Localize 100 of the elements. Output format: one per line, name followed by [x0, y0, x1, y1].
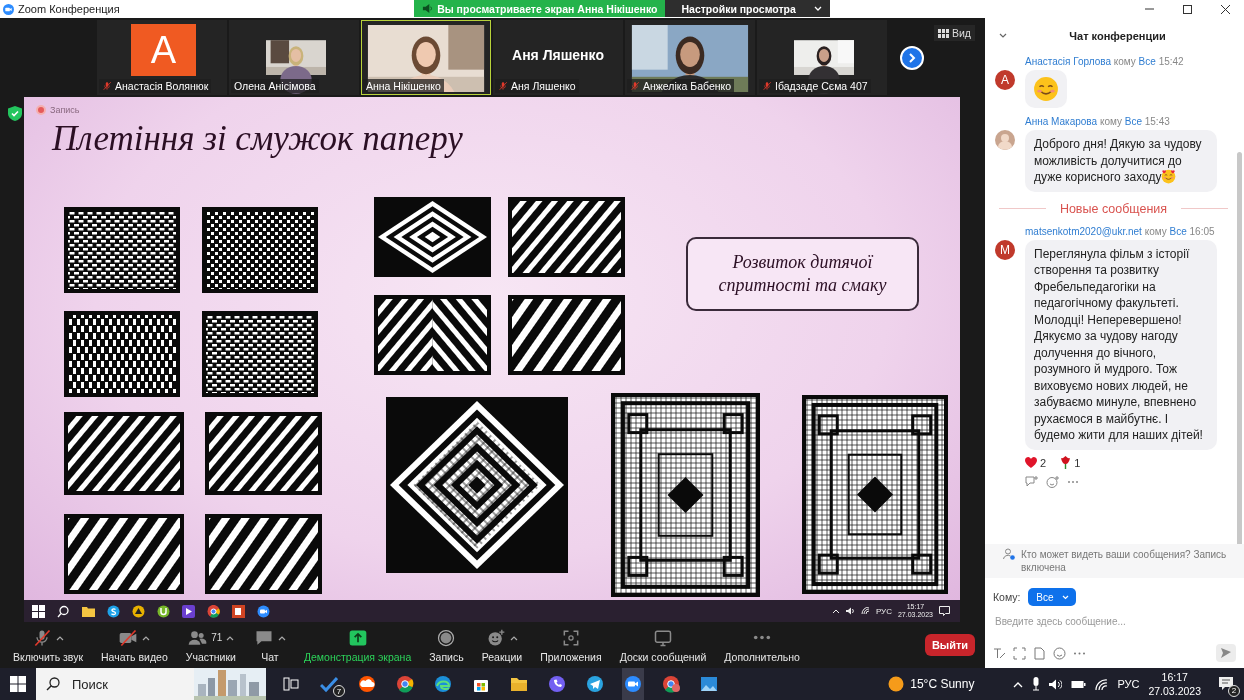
- caret-icon[interactable]: [56, 634, 64, 641]
- clock-date: 27.03.2023: [1148, 684, 1201, 698]
- send-button[interactable]: [1216, 644, 1236, 662]
- smiley-icon: [1033, 76, 1059, 102]
- folder-icon[interactable]: [82, 604, 95, 618]
- s-logo-icon[interactable]: [107, 604, 120, 618]
- search-field[interactable]: Поиск: [70, 668, 194, 700]
- task-view-icon[interactable]: [282, 675, 300, 693]
- toolbar-button[interactable]: Демонстрация экрана: [294, 627, 421, 663]
- language-indicator[interactable]: РУС: [875, 606, 892, 616]
- notification-icon[interactable]: [1218, 675, 1234, 691]
- shield-icon: [8, 106, 22, 121]
- phone-bubble-icon[interactable]: [548, 675, 566, 693]
- next-page-button[interactable]: [900, 46, 924, 70]
- search-icon[interactable]: [46, 677, 60, 691]
- count-badge: 7: [333, 685, 345, 697]
- grid-icon: [938, 28, 949, 38]
- participant-name: Анастасія Волянюк: [115, 80, 209, 92]
- toolbar-button[interactable]: Дополнительно: [715, 627, 809, 663]
- sun-icon[interactable]: [888, 676, 905, 692]
- speaker-icon[interactable]: [845, 607, 855, 615]
- speaker-icon[interactable]: [1049, 678, 1063, 690]
- toolbar-button[interactable]: Приложения: [531, 627, 611, 663]
- avatar: M: [995, 239, 1015, 260]
- leave-button[interactable]: Выйти: [925, 634, 975, 656]
- chevron-up-icon[interactable]: [831, 608, 840, 614]
- toolbar-button[interactable]: Реакции: [472, 627, 532, 663]
- caret-icon: [1061, 594, 1069, 600]
- view-options-button[interactable]: Настройки просмотра: [665, 0, 830, 17]
- browser-icon[interactable]: [207, 604, 220, 618]
- window-title: Zoom Конференция: [18, 3, 120, 15]
- banner-text: Вы просматриваете экран Анна Нікішенко: [437, 2, 658, 15]
- slide-text-box: Розвиток дитячої спритності та смаку: [686, 237, 919, 311]
- battery-icon[interactable]: [1071, 679, 1087, 689]
- slide-title: Плетіння зі смужок паперу: [52, 119, 463, 159]
- participant-name: Аня Ляшенко: [511, 80, 576, 92]
- caret-icon: [813, 5, 822, 12]
- video-app-icon[interactable]: [257, 604, 270, 618]
- weather-text[interactable]: 15°C Sunny: [910, 677, 975, 691]
- toolbar-button[interactable]: 71 Участники: [176, 627, 245, 663]
- toolbar-button[interactable]: Доски сообщений: [610, 627, 716, 663]
- participant-name: Олена Анісімова: [234, 80, 316, 92]
- participant-name: Аня Ляшенко: [511, 47, 605, 63]
- file-icon[interactable]: [1033, 646, 1046, 660]
- reaction-button[interactable]: 1: [1060, 455, 1081, 470]
- video-app-icon[interactable]: [624, 675, 642, 693]
- new-messages-label: Новые сообщения: [1059, 201, 1168, 216]
- browser-icon[interactable]: [396, 675, 414, 693]
- caret-icon[interactable]: [226, 634, 235, 641]
- browser-icon[interactable]: [662, 675, 680, 693]
- view-button[interactable]: Вид: [934, 25, 975, 41]
- reaction-button[interactable]: 2: [1025, 455, 1047, 470]
- torrent-icon[interactable]: [157, 604, 170, 618]
- send-icon: [1221, 648, 1231, 658]
- search-icon[interactable]: [57, 604, 70, 618]
- participant-name: Анжеліка Бабенко: [643, 80, 732, 92]
- checkmark-icon[interactable]: [320, 675, 338, 693]
- chat-title: Чат конференции: [1068, 30, 1167, 42]
- zoom-logo-icon: [3, 3, 14, 15]
- close-icon: [1219, 3, 1231, 15]
- recipient-dropdown[interactable]: Все: [1028, 588, 1077, 606]
- search-button[interactable]: [36, 668, 70, 700]
- toolbar-button[interactable]: Включить звук: [4, 627, 93, 663]
- collapse-chevron-icon[interactable]: [999, 33, 1007, 39]
- play-square-icon[interactable]: [182, 604, 195, 618]
- notification-icon[interactable]: [939, 606, 950, 616]
- participant-count: 71: [211, 632, 223, 643]
- microphone-icon[interactable]: [1032, 677, 1041, 691]
- recording-label: Запись: [50, 105, 80, 115]
- wave-browser-icon[interactable]: [434, 675, 452, 693]
- emoji-icon[interactable]: [1053, 646, 1066, 660]
- recipient-label: Кому:: [993, 591, 1021, 603]
- paper-plane-icon[interactable]: [586, 675, 604, 693]
- language-indicator[interactable]: РУС: [1117, 678, 1140, 690]
- message-header: matsenkotm2020@ukr.net кому Все 16:05: [1025, 225, 1216, 237]
- cloud-icon[interactable]: [358, 675, 376, 693]
- message-header: Анастасія Горлова кому Все 15:42: [1025, 56, 1185, 67]
- caret-icon[interactable]: [142, 634, 151, 641]
- toolbar-button[interactable]: Чат: [244, 627, 295, 663]
- folder-icon[interactable]: [510, 675, 528, 693]
- person-info-icon: [1003, 548, 1015, 560]
- caret-icon[interactable]: [277, 634, 286, 641]
- clock-time: 16:17: [1161, 670, 1188, 684]
- wifi-icon[interactable]: [860, 607, 870, 615]
- photos-icon[interactable]: [700, 675, 718, 693]
- slides-app-icon[interactable]: [232, 604, 245, 618]
- privacy-notice-text: Кто может видеть ваши сообщения? Запись включена: [1021, 548, 1228, 574]
- toolbar-button[interactable]: Запись: [420, 627, 473, 663]
- caret-icon[interactable]: [509, 634, 518, 641]
- format-icon[interactable]: [993, 646, 1006, 660]
- participant-name: Анна Нікішенко: [366, 80, 441, 92]
- speaker-icon: [422, 3, 434, 14]
- windows-logo-icon[interactable]: [32, 604, 45, 618]
- maximize-icon: [1181, 3, 1193, 15]
- add-reaction-icon[interactable]: [1046, 475, 1059, 488]
- scrollbar[interactable]: [1237, 152, 1242, 544]
- heart-icon: [1025, 457, 1037, 468]
- rose-icon: [1060, 456, 1072, 469]
- message-text: Доброго дня! Дякую за чудову можливість долучитися до дуже корисного заходу: [1034, 137, 1202, 184]
- toolbar-button[interactable]: Начать видео: [92, 627, 177, 663]
